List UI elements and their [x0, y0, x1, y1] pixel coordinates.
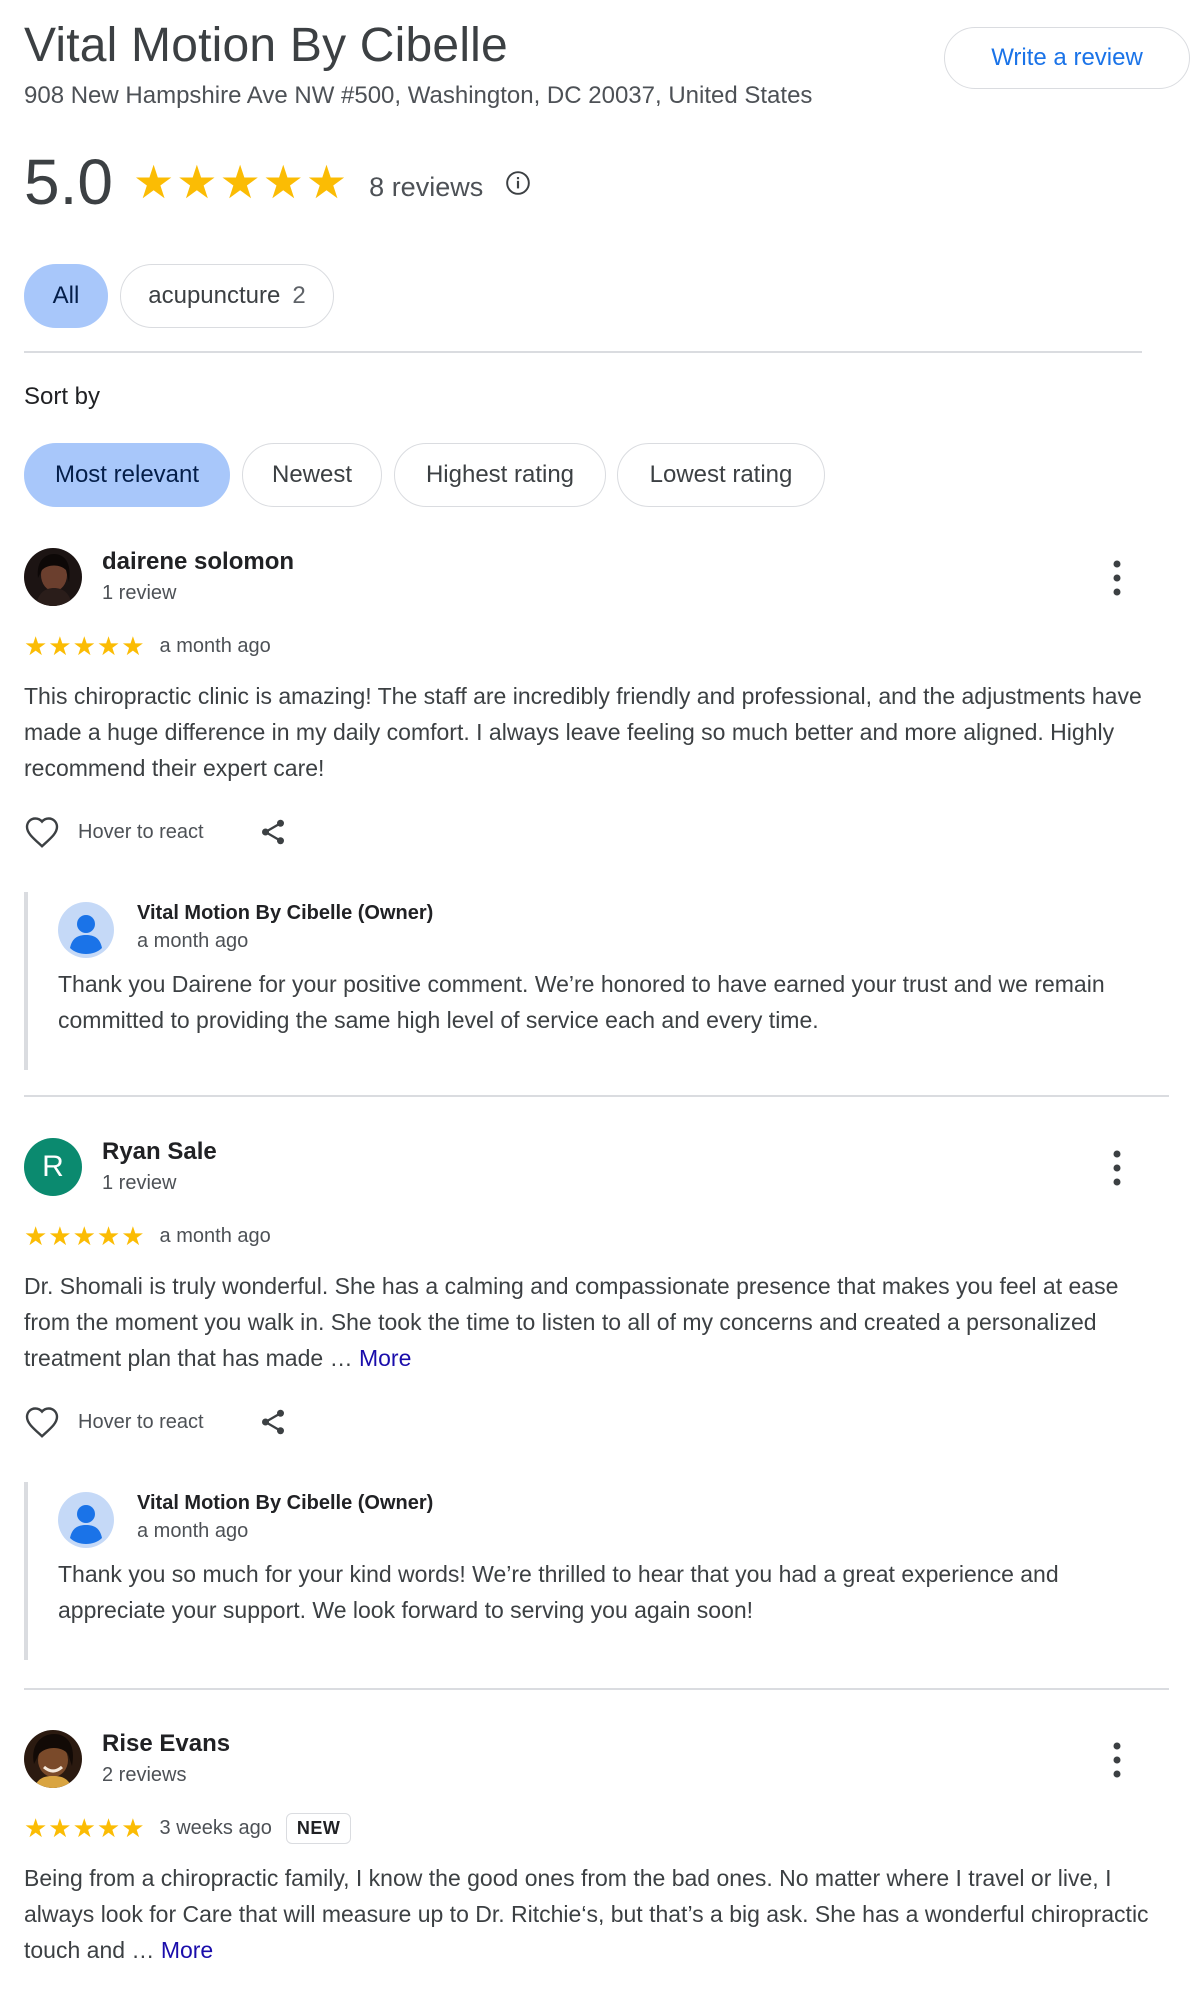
avatar[interactable]: R [24, 1138, 82, 1196]
share-icon[interactable] [258, 1407, 288, 1437]
sort-label: Sort by [24, 383, 101, 410]
review-text-body: Dr. Shomali is truly wonderful. She has … [24, 1273, 1119, 1371]
review-stars: ★★★★★ [24, 630, 146, 661]
review-rating-row: ★★★★★ a month ago [24, 626, 271, 666]
review-item: R Ryan Sale 1 review ★★★★★ a month ago D… [24, 1138, 1174, 1698]
rating-summary: 5.0 ★★★★★ 8 reviews [24, 142, 531, 222]
owner-reply-text: Thank you so much for your kind words! W… [58, 1561, 1059, 1623]
review-item: dairene solomon 1 review ★★★★★ a month a… [24, 548, 1174, 1108]
filter-chip-acupuncture[interactable]: acupuncture 2 [120, 264, 334, 328]
review-item: Rise Evans 2 reviews ★★★★★ 3 weeks ago N… [24, 1730, 1174, 1985]
react-label: Hover to react [78, 820, 204, 843]
divider [24, 351, 1142, 353]
review-stars: ★★★★★ [24, 1220, 146, 1251]
reviewer-review-count: 1 review [102, 582, 177, 604]
filter-chip-label: acupuncture [148, 282, 281, 309]
owner-reply-date: a month ago [137, 1520, 249, 1542]
sort-highest-rating[interactable]: Highest rating [394, 443, 606, 507]
owner-reply-date: a month ago [137, 930, 249, 952]
review-count[interactable]: 8 reviews [369, 172, 483, 203]
owner-reply-text: Thank you Dairene for your positive comm… [58, 971, 1105, 1033]
business-name: Vital Motion By Cibelle [24, 19, 508, 72]
reviewer-review-count: 1 review [102, 1172, 177, 1194]
more-link[interactable]: More [161, 1937, 213, 1963]
heart-icon[interactable] [24, 815, 60, 849]
owner-response: Vital Motion By Cibelle (Owner) a month … [24, 1482, 1178, 1660]
sort-lowest-rating[interactable]: Lowest rating [617, 443, 825, 507]
info-icon[interactable] [505, 170, 531, 196]
react-label: Hover to react [78, 1410, 204, 1433]
review-actions: Hover to react [24, 1402, 288, 1442]
reviewer-review-count: 2 reviews [102, 1764, 187, 1786]
more-link[interactable]: More [359, 1345, 411, 1371]
divider [24, 1095, 1169, 1097]
review-rating-row: ★★★★★ a month ago [24, 1216, 271, 1256]
review-rating-row: ★★★★★ 3 weeks ago NEW [24, 1808, 352, 1848]
avatar[interactable] [24, 548, 82, 606]
divider [24, 1688, 1169, 1690]
review-stars: ★★★★★ [24, 1812, 146, 1843]
share-icon[interactable] [258, 817, 288, 847]
sort-option-label: Newest [271, 461, 353, 488]
more-options-icon[interactable] [1108, 1740, 1126, 1780]
review-text: Dr. Shomali is truly wonderful. She has … [24, 1268, 1149, 1376]
review-date: 3 weeks ago [159, 1816, 272, 1839]
rating-stars: ★★★★★ [132, 156, 350, 208]
more-options-icon[interactable] [1108, 1148, 1126, 1188]
sort-newest[interactable]: Newest [242, 443, 382, 507]
owner-name: Vital Motion By Cibelle (Owner) [137, 1492, 434, 1514]
reviewer-name[interactable]: Ryan Sale [102, 1138, 217, 1166]
review-text: This chiropractic clinic is amazing! The… [24, 683, 1142, 781]
owner-avatar-icon [58, 1492, 114, 1548]
filter-chip-all[interactable]: All [24, 264, 108, 328]
owner-avatar-icon [58, 902, 114, 958]
business-address: 908 New Hampshire Ave NW #500, Washingto… [24, 82, 813, 109]
heart-icon[interactable] [24, 1405, 60, 1439]
review-date: a month ago [159, 1224, 271, 1247]
avatar[interactable] [24, 1730, 82, 1788]
filter-chip-count: 2 [292, 282, 306, 309]
sort-option-label: Highest rating [425, 461, 575, 488]
write-review-button[interactable]: Write a review [944, 27, 1190, 89]
more-options-icon[interactable] [1108, 558, 1126, 598]
reviewer-name[interactable]: Rise Evans [102, 1730, 230, 1758]
average-rating: 5.0 [24, 146, 113, 218]
review-actions: Hover to react [24, 812, 288, 852]
new-badge: NEW [285, 1812, 352, 1844]
review-text: Being from a chiropractic family, I know… [24, 1860, 1149, 1968]
review-date: a month ago [159, 634, 271, 657]
sort-most-relevant[interactable]: Most relevant [24, 443, 230, 507]
owner-name: Vital Motion By Cibelle (Owner) [137, 902, 434, 924]
reviewer-name[interactable]: dairene solomon [102, 548, 294, 576]
sort-option-label: Lowest rating [649, 461, 793, 488]
owner-response: Vital Motion By Cibelle (Owner) a month … [24, 892, 1178, 1070]
sort-option-label: Most relevant [54, 461, 200, 488]
filter-chip-label: All [52, 282, 80, 309]
